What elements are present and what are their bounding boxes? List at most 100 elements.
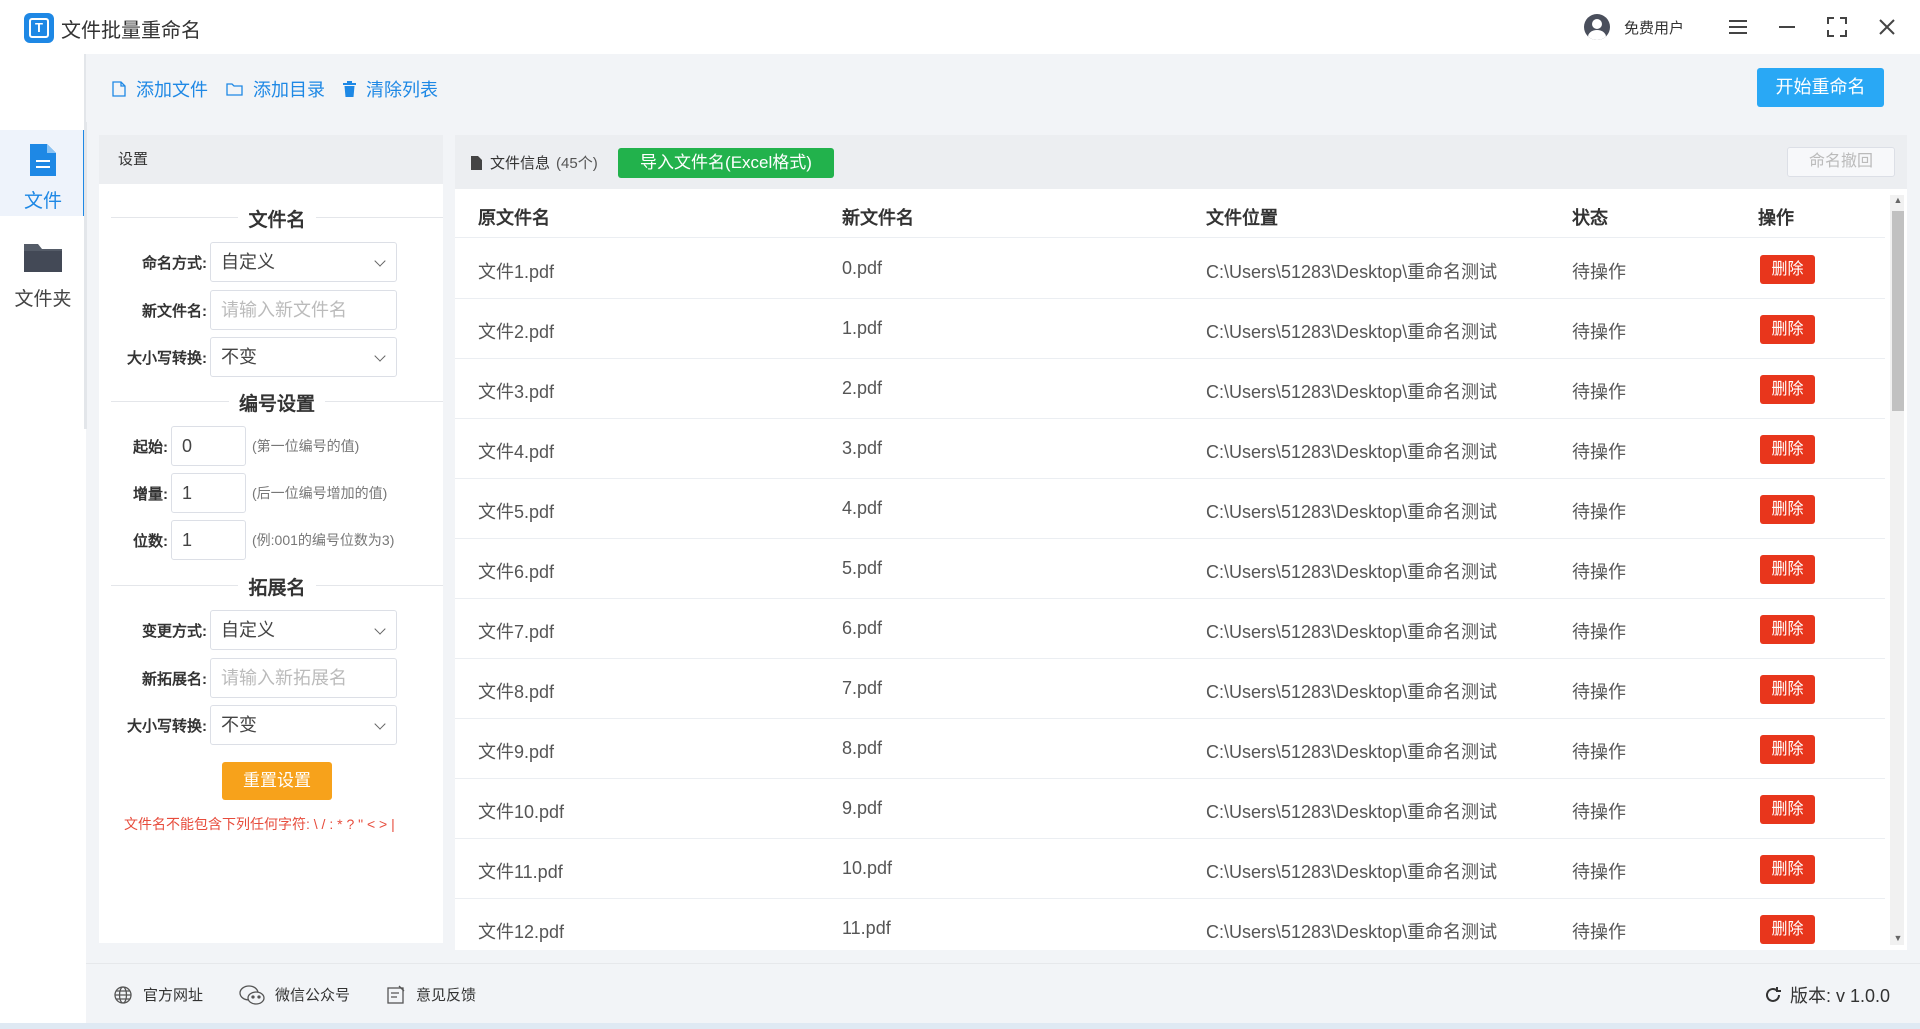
delete-button[interactable]: 删除	[1760, 795, 1815, 824]
user-account[interactable]: 免费用户	[1584, 14, 1684, 40]
path-cell: C:\Users\51283\Desktop\重命名测试	[1206, 742, 1498, 762]
close-icon[interactable]	[1872, 12, 1902, 42]
clear-list-button[interactable]: 清除列表	[343, 76, 438, 102]
ext-case-select[interactable]: 不变	[210, 705, 397, 745]
delete-button[interactable]: 删除	[1760, 435, 1815, 464]
new-name-cell: 0.pdf	[842, 258, 883, 278]
undo-rename-button[interactable]: 命名撤回	[1787, 147, 1895, 177]
footer: 官方网址 微信公众号 意见反馈 版本: v 1.0.0	[86, 963, 1920, 1023]
minimize-icon[interactable]	[1772, 12, 1802, 42]
status-cell: 待操作	[1572, 322, 1626, 342]
name-case-label: 大小写转换:	[127, 350, 207, 367]
table-row: 文件10.pdf 9.pdf C:\Users\51283\Desktop\重命名测…	[455, 779, 1885, 839]
status-cell: 待操作	[1572, 262, 1626, 282]
delete-button[interactable]: 删除	[1760, 255, 1815, 284]
naming-mode-label: 命名方式:	[142, 255, 207, 272]
user-label: 免费用户	[1624, 19, 1685, 37]
import-excel-button[interactable]: 导入文件名(Excel格式)	[618, 148, 834, 178]
orig-name-cell: 文件3.pdf	[478, 382, 555, 402]
table-row: 文件6.pdf 5.pdf C:\Users\51283\Desktop\重命名测试…	[455, 539, 1885, 599]
delete-button[interactable]: 删除	[1760, 495, 1815, 524]
new-name-input[interactable]: 请输入新文件名	[210, 290, 397, 330]
column-header: 操作	[1758, 208, 1794, 228]
rail-item-folder[interactable]: 文件夹	[0, 232, 86, 318]
new-name-cell: 1.pdf	[842, 318, 883, 338]
add-file-label: 添加文件	[136, 80, 208, 100]
file-panel: 文件信息 (45个) 导入文件名(Excel格式) 命名撤回 原文件名 新文件名…	[455, 135, 1907, 950]
new-name-cell: 3.pdf	[842, 438, 883, 458]
column-header: 原文件名	[478, 208, 550, 228]
settings-header: 设置	[99, 135, 443, 184]
wechat-link[interactable]: 微信公众号	[239, 984, 350, 1005]
top-toolbar: 添加文件 添加目录 清除列表	[86, 54, 1920, 122]
rail-item-file[interactable]: 文件	[0, 130, 86, 216]
naming-mode-select[interactable]: 自定义	[210, 242, 397, 282]
refresh-icon	[1766, 987, 1781, 1002]
website-link[interactable]: 官方网址	[113, 984, 203, 1005]
app-logo-icon: T	[24, 13, 54, 43]
file-count: (45个)	[556, 155, 598, 172]
ext-case-label: 大小写转换:	[127, 718, 207, 735]
ext-mode-select[interactable]: 自定义	[210, 610, 397, 650]
scrollbar-thumb[interactable]	[1892, 211, 1904, 411]
table-row: 文件7.pdf 6.pdf C:\Users\51283\Desktop\重命名测试…	[455, 599, 1885, 659]
delete-button[interactable]: 删除	[1760, 915, 1815, 944]
table-row: 文件12.pdf 11.pdf C:\Users\51283\Desktop\重命名…	[455, 899, 1885, 950]
file-info: 文件信息 (45个)	[470, 152, 598, 173]
delete-button[interactable]: 删除	[1760, 555, 1815, 584]
path-cell: C:\Users\51283\Desktop\重命名测试	[1206, 442, 1498, 462]
delete-button[interactable]: 删除	[1760, 615, 1815, 644]
orig-name-cell: 文件5.pdf	[478, 502, 555, 522]
scroll-down-icon[interactable]: ▼	[1892, 933, 1904, 945]
chevron-down-icon	[374, 350, 386, 362]
table-row: 文件4.pdf 3.pdf C:\Users\51283\Desktop\重命名测试…	[455, 419, 1885, 479]
orig-name-cell: 文件7.pdf	[478, 622, 555, 642]
new-ext-input[interactable]: 请输入新拓展名	[210, 658, 397, 698]
menu-icon[interactable]	[1723, 12, 1753, 42]
scroll-up-icon[interactable]: ▲	[1892, 195, 1904, 207]
start-number-input[interactable]: 0	[171, 426, 246, 466]
wechat-label: 微信公众号	[275, 987, 351, 1004]
digits-input[interactable]: 1	[171, 520, 246, 560]
delete-button[interactable]: 删除	[1760, 675, 1815, 704]
start-rename-button[interactable]: 开始重命名	[1757, 68, 1884, 107]
orig-name-cell: 文件6.pdf	[478, 562, 555, 582]
table-row: 文件11.pdf 10.pdf C:\Users\51283\Desktop\重命名…	[455, 839, 1885, 899]
delete-button[interactable]: 删除	[1760, 735, 1815, 764]
version-info[interactable]: 版本: v 1.0.0	[1764, 982, 1890, 1008]
new-name-cell: 10.pdf	[842, 858, 893, 878]
maximize-icon[interactable]	[1822, 12, 1852, 42]
filename-section-title: 文件名	[111, 205, 443, 231]
table-row: 文件2.pdf 1.pdf C:\Users\51283\Desktop\重命名测试…	[455, 299, 1885, 359]
orig-name-cell: 文件11.pdf	[478, 862, 563, 882]
status-cell: 待操作	[1572, 682, 1626, 702]
title-bar: T 文件批量重命名 免费用户	[0, 0, 1920, 54]
delete-button[interactable]: 删除	[1760, 315, 1815, 344]
new-name-cell: 2.pdf	[842, 378, 883, 398]
start-number-hint: (第一位编号的值)	[252, 438, 360, 454]
rail-label-folder: 文件夹	[14, 289, 72, 310]
start-number-label: 起始:	[133, 439, 168, 456]
new-name-cell: 6.pdf	[842, 618, 883, 638]
add-dir-button[interactable]: 添加目录	[226, 76, 325, 102]
feedback-link[interactable]: 意见反馈	[386, 984, 476, 1005]
path-cell: C:\Users\51283\Desktop\重命名测试	[1206, 622, 1498, 642]
delete-button[interactable]: 删除	[1760, 375, 1815, 404]
delete-button[interactable]: 删除	[1760, 855, 1815, 884]
reset-settings-button[interactable]: 重置设置	[222, 762, 332, 800]
path-cell: C:\Users\51283\Desktop\重命名测试	[1206, 682, 1498, 702]
path-cell: C:\Users\51283\Desktop\重命名测试	[1206, 262, 1498, 282]
add-file-button[interactable]: 添加文件	[112, 76, 208, 102]
name-case-select[interactable]: 不变	[210, 337, 397, 377]
path-cell: C:\Users\51283\Desktop\重命名测试	[1206, 862, 1498, 882]
bottom-strip	[0, 1023, 1920, 1029]
folder-icon	[24, 244, 62, 272]
table-row: 文件9.pdf 8.pdf C:\Users\51283\Desktop\重命名测试…	[455, 719, 1885, 779]
path-cell: C:\Users\51283\Desktop\重命名测试	[1206, 322, 1498, 342]
website-label: 官方网址	[143, 987, 204, 1004]
new-name-cell: 4.pdf	[842, 498, 883, 518]
step-input[interactable]: 1	[171, 473, 246, 513]
table-row: 文件1.pdf 0.pdf C:\Users\51283\Desktop\重命名测试…	[455, 239, 1885, 299]
orig-name-cell: 文件2.pdf	[478, 322, 555, 342]
side-rail: 文件 文件夹	[0, 54, 86, 1029]
